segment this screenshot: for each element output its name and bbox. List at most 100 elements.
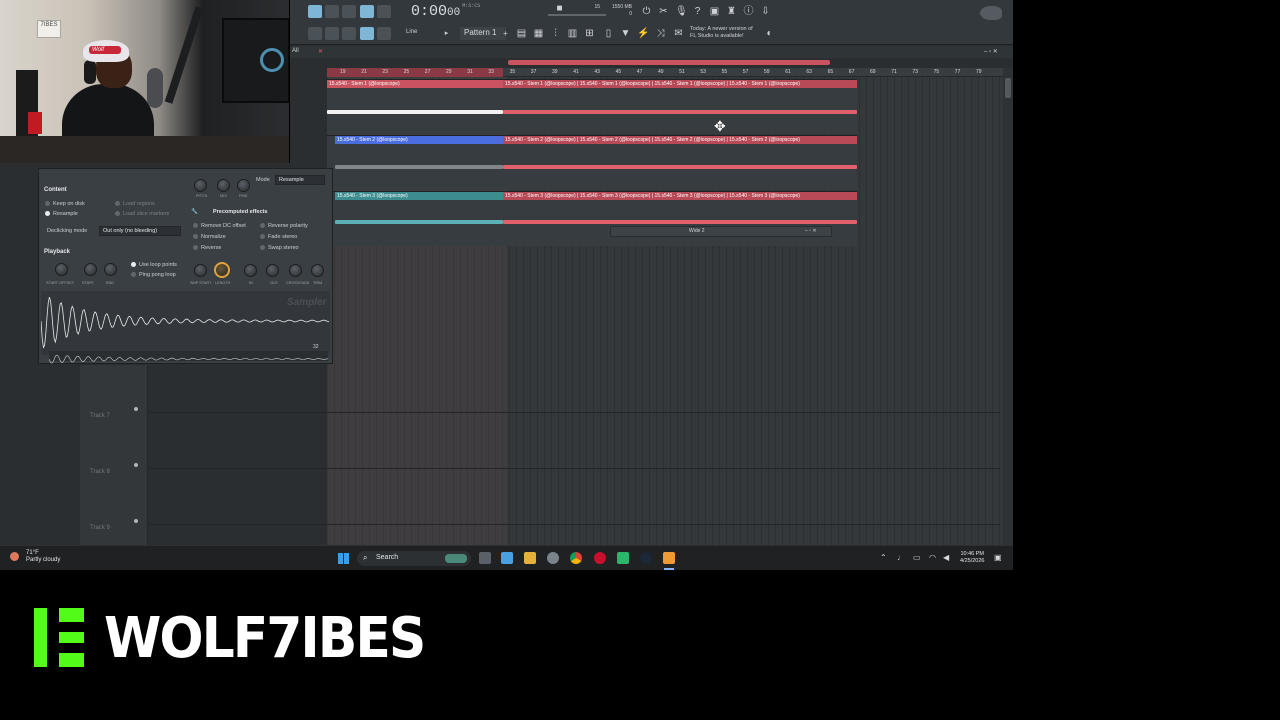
end-knob[interactable] — [104, 263, 117, 276]
taskbar-clock[interactable]: 10:46 PM 4/25/2026 — [960, 551, 984, 565]
pencil-icon[interactable] — [342, 27, 356, 40]
normalize-option[interactable]: Normalize — [193, 234, 226, 240]
pitch-knob[interactable] — [194, 179, 207, 192]
loop-region[interactable] — [327, 68, 503, 77]
fade-stereo-option[interactable]: Fade stereo — [260, 234, 297, 240]
pin-icon[interactable]: ▼ — [620, 28, 631, 39]
help-icon[interactable]: ? — [692, 6, 703, 17]
declicking-select[interactable]: Out only (no bleeding) — [99, 226, 181, 236]
floating-plugin-window[interactable]: Wide 2 – ▫ ✕ — [610, 226, 832, 237]
steam-icon[interactable] — [640, 552, 652, 564]
audio-clip-stem-1[interactable]: 15.s540 - Stem 1 (@loopscope) 15.s540 - … — [327, 79, 857, 134]
keep-on-disk-option[interactable]: Keep on disk — [45, 201, 85, 207]
reverse-option[interactable]: Reverse — [193, 245, 221, 251]
windows-start-icon[interactable] — [338, 553, 349, 564]
resample-option[interactable]: Resample — [45, 211, 78, 217]
browser-icon[interactable]: ⊞ — [584, 28, 595, 39]
checkbox-icon — [193, 234, 198, 240]
opera-icon[interactable] — [594, 552, 606, 564]
store-icon[interactable] — [501, 552, 513, 564]
app-icon[interactable] — [617, 552, 629, 564]
tray-keyboard-icon[interactable]: ▭ — [913, 553, 921, 562]
cut-icon[interactable]: ✂ — [658, 6, 669, 17]
mixer-icon[interactable]: ⫶ — [550, 28, 561, 39]
route-icon[interactable]: ⤨ — [655, 28, 666, 39]
countdown-icon[interactable] — [360, 5, 374, 18]
paint-icon[interactable] — [360, 27, 374, 40]
chrome-icon[interactable] — [570, 552, 582, 564]
length-knob[interactable] — [214, 262, 230, 278]
playlist-vertical-scrollbar[interactable] — [1003, 68, 1013, 545]
pattern-song-toggle-icon[interactable] — [308, 5, 322, 18]
load-regions-option[interactable]: Load regions — [115, 201, 155, 207]
ping-pong-loop-option[interactable]: Ping pong loop — [131, 272, 176, 278]
reverse-polarity-option[interactable]: Reverse polarity — [260, 223, 308, 229]
mix-knob[interactable] — [217, 179, 230, 192]
window-controls[interactable]: – ▫ ✕ — [984, 48, 998, 55]
smp-start-knob[interactable] — [194, 264, 207, 277]
audio-clip-stem-3[interactable]: 15.s540 - Stem 3 (@loopscope) 15.s540 - … — [327, 191, 857, 246]
pattern-add-icon[interactable]: + — [500, 28, 511, 39]
out-knob[interactable] — [266, 264, 279, 277]
swap-stereo-option[interactable]: Swap stereo — [260, 245, 299, 251]
track-7-mute-icon[interactable] — [134, 407, 138, 411]
news-ticker[interactable]: Today: A newer version of FL Studio is a… — [690, 26, 753, 40]
start-offset-knob[interactable] — [55, 263, 68, 276]
taskbar-search[interactable]: ⌕ Search — [357, 551, 471, 566]
fl-studio-taskbar-icon[interactable] — [663, 552, 675, 564]
tray-chevron-icon[interactable]: ⌃ — [880, 553, 887, 562]
loop-record-icon[interactable] — [377, 5, 391, 18]
settings-app-icon[interactable] — [547, 552, 559, 564]
load-slice-markers-option[interactable]: Load slice markers — [115, 211, 169, 217]
piano-roll-icon[interactable]: ▥ — [567, 28, 578, 39]
play-icon[interactable] — [325, 27, 339, 40]
crossfade-knob[interactable] — [289, 264, 302, 277]
remove-dc-option[interactable]: Remove DC offset — [193, 223, 246, 229]
news-icon[interactable]: ✉ — [673, 28, 684, 39]
trim-knob[interactable] — [311, 264, 324, 277]
info-icon[interactable]: ⓘ — [743, 6, 754, 17]
settings-icon[interactable]: ◐ — [764, 28, 775, 39]
metronome-icon[interactable] — [325, 5, 339, 18]
volume-icon[interactable]: ◀ — [943, 553, 949, 562]
plugin-icon[interactable]: ♜ — [726, 6, 737, 17]
plug-icon[interactable]: ⚡ — [637, 28, 649, 39]
zoom-value[interactable]: 32 — [313, 344, 319, 350]
fine-knob[interactable] — [237, 179, 250, 192]
task-view-icon[interactable] — [479, 552, 491, 564]
floating-window-close-icon[interactable]: – ▫ ✕ — [805, 228, 817, 234]
playlist-icon[interactable]: ▤ — [516, 28, 527, 39]
track-8-mute-icon[interactable] — [134, 463, 138, 467]
playlist-horizontal-scrollbar[interactable] — [508, 60, 830, 65]
pattern-prev-icon[interactable]: ▸ — [441, 28, 452, 39]
power-icon[interactable]: ⏻ — [641, 6, 652, 17]
time-display[interactable]: 0:0000M:S:CS — [411, 3, 480, 20]
save-icon[interactable]: ▣ — [709, 6, 720, 17]
channel-rack-icon[interactable]: ▦ — [533, 28, 544, 39]
tempo-slider[interactable] — [548, 14, 606, 16]
track-7-label[interactable]: Track 7 — [90, 413, 110, 419]
stop-icon[interactable]: ■ — [554, 3, 565, 14]
wait-input-icon[interactable] — [342, 5, 356, 18]
magnet-icon[interactable] — [377, 27, 391, 40]
file-explorer-icon[interactable] — [524, 552, 536, 564]
track-9-label[interactable]: Track 9 — [90, 525, 110, 531]
waveform-overview[interactable] — [48, 351, 329, 364]
playlist-titlebar[interactable]: All ✕ – ▫ ✕ — [290, 46, 1013, 58]
track-9-mute-icon[interactable] — [134, 519, 138, 523]
arrow-left-icon[interactable] — [308, 27, 322, 40]
playlist-close-icon[interactable]: ✕ — [318, 48, 323, 55]
notification-icon[interactable]: ▣ — [994, 553, 1002, 562]
mode-select[interactable]: Resample — [275, 175, 325, 185]
snap-selector[interactable]: Line — [406, 29, 417, 35]
audio-clip-stem-2[interactable]: 15.s540 - Stem 2 (@loopscope) 15.s540 - … — [327, 135, 857, 190]
in-knob[interactable] — [244, 264, 257, 277]
wifi-icon[interactable]: ◠ — [929, 553, 936, 562]
file-icon[interactable]: ▯ — [603, 28, 614, 39]
track-8-label[interactable]: Track 8 — [90, 469, 110, 475]
use-loop-points-option[interactable]: Use loop points — [131, 262, 177, 268]
tray-mic-icon[interactable]: ♩ — [897, 553, 905, 562]
start-knob[interactable] — [84, 263, 97, 276]
mic-icon[interactable]: 🎙 — [675, 6, 688, 17]
download-icon[interactable]: ⇩ — [760, 6, 771, 17]
